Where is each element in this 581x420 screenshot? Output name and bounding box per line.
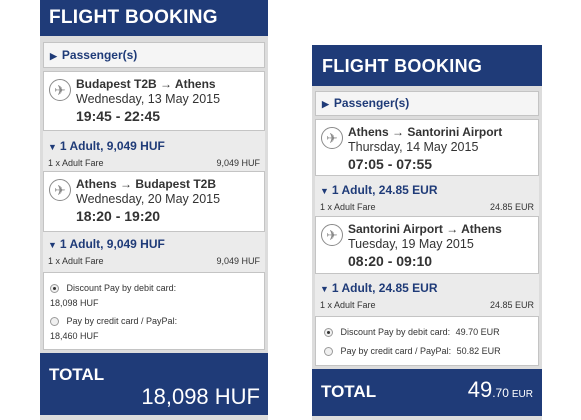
airplane-icon: ✈	[49, 179, 71, 201]
triangle-right-icon: ▶	[322, 99, 329, 109]
airplane-icon: ✈	[321, 127, 343, 149]
flight-times: 07:05 - 07:55	[348, 156, 433, 172]
fare-line: 1 x Adult Fare 9,049 HUF	[48, 256, 260, 266]
flight-times: 08:20 - 09:10	[348, 253, 433, 269]
total-decimal: .70	[492, 386, 509, 400]
fare-amount: 24.85 EUR	[489, 300, 534, 310]
passengers-toggle[interactable]: ▶ Passenger(s)	[43, 42, 265, 68]
flight-route: Athens → Santorini Airport	[348, 125, 503, 139]
fare-type: 1 x Adult Fare	[48, 256, 104, 266]
flight-segment-outbound: ✈ Athens → Santorini Airport Thursday, 1…	[315, 119, 539, 176]
widget-header: FLIGHT BOOKING	[40, 0, 268, 36]
payment-label: Discount Pay by debit card:	[66, 283, 177, 293]
flight-date: Tuesday, 19 May 2015	[348, 237, 474, 251]
fare-summary: 1 Adult, 9,049 HUF	[59, 139, 165, 153]
fare-amount: 24.85 EUR	[489, 202, 534, 212]
flight-segment-outbound: ✈ Budapest T2B → Athens Wednesday, 13 Ma…	[43, 71, 265, 131]
total-value: 18,098 HUF	[141, 384, 260, 409]
radio-button-icon[interactable]	[324, 328, 333, 338]
radio-button-icon[interactable]	[50, 317, 59, 327]
total-bar: TOTAL 18,098 HUF	[40, 353, 268, 415]
fare-amount: 9,049 HUF	[216, 256, 260, 266]
total-bar: TOTAL 49.70 EUR	[312, 369, 542, 416]
payment-option-credit[interactable]: Pay by credit card / PayPal:	[50, 316, 178, 327]
payment-options: Discount Pay by debit card: 18,098 HUF P…	[43, 272, 265, 350]
fare-breakdown-return: ▼ 1 Adult, 24.85 EUR 1 x Adult Fare 24.85…	[315, 274, 539, 316]
flight-segment-return: ✈ Athens → Budapest T2B Wednesday, 20 Ma…	[43, 171, 265, 232]
triangle-down-icon: ▼	[320, 186, 329, 196]
payment-amount: 18,460 HUF	[50, 331, 99, 341]
fare-type: 1 x Adult Fare	[320, 300, 376, 310]
airplane-icon: ✈	[321, 224, 343, 246]
payment-amount: 50.82 EUR	[456, 346, 501, 356]
fare-amount: 9,049 HUF	[216, 158, 260, 168]
radio-button-icon[interactable]	[324, 347, 333, 357]
payment-label: Pay by credit card / PayPal:	[340, 346, 452, 356]
flight-times: 18:20 - 19:20	[76, 208, 161, 224]
fare-summary-toggle[interactable]: ▼ 1 Adult, 24.85 EUR	[320, 281, 438, 295]
payment-label: Discount Pay by debit card:	[340, 327, 451, 337]
payment-label: Pay by credit card / PayPal:	[66, 316, 178, 326]
payment-amount: 18,098 HUF	[50, 298, 99, 308]
fare-summary: 1 Adult, 24.85 EUR	[331, 281, 438, 295]
fare-type: 1 x Adult Fare	[320, 202, 376, 212]
fare-breakdown-outbound: ▼ 1 Adult, 9,049 HUF 1 x Adult Fare 9,049…	[43, 131, 265, 171]
flight-route: Athens → Budapest T2B	[76, 177, 217, 191]
flight-segment-return: ✈ Santorini Airport → Athens Tuesday, 19…	[315, 216, 539, 274]
payment-option-debit[interactable]: Discount Pay by debit card:	[50, 283, 177, 294]
triangle-down-icon: ▼	[320, 284, 329, 294]
triangle-down-icon: ▼	[48, 142, 57, 152]
payment-amount: 49.70 EUR	[455, 327, 500, 337]
fare-type: 1 x Adult Fare	[48, 158, 104, 168]
airplane-icon: ✈	[49, 79, 71, 101]
fare-summary-toggle[interactable]: ▼ 1 Adult, 24.85 EUR	[320, 183, 438, 197]
fare-breakdown-outbound: ▼ 1 Adult, 24.85 EUR 1 x Adult Fare 24.85…	[315, 176, 539, 216]
total-label: TOTAL	[49, 365, 105, 384]
triangle-right-icon: ▶	[50, 51, 57, 61]
fare-summary: 1 Adult, 24.85 EUR	[331, 183, 438, 197]
total-label: TOTAL	[321, 382, 377, 401]
flight-date: Wednesday, 13 May 2015	[76, 92, 221, 106]
fare-line: 1 x Adult Fare 9,049 HUF	[48, 158, 260, 168]
payment-option-credit[interactable]: Pay by credit card / PayPal: 50.82 EUR	[324, 346, 532, 357]
flight-times: 19:45 - 22:45	[76, 108, 161, 124]
triangle-down-icon: ▼	[48, 240, 57, 250]
fare-summary: 1 Adult, 9,049 HUF	[59, 237, 165, 251]
flight-route: Budapest T2B → Athens	[76, 77, 216, 91]
total-integer: 49	[467, 377, 493, 402]
flight-date: Thursday, 14 May 2015	[348, 140, 479, 154]
passengers-toggle[interactable]: ▶ Passenger(s)	[315, 91, 539, 116]
passengers-label: Passenger(s)	[333, 96, 410, 110]
flight-date: Wednesday, 20 May 2015	[76, 192, 221, 206]
total-value: 49.70 EUR	[468, 377, 533, 403]
fare-line: 1 x Adult Fare 24.85 EUR	[320, 202, 534, 212]
payment-option-debit[interactable]: Discount Pay by debit card: 49.70 EUR	[324, 327, 532, 338]
fare-summary-toggle[interactable]: ▼ 1 Adult, 9,049 HUF	[48, 237, 165, 251]
payment-options: Discount Pay by debit card: 49.70 EUR Pa…	[315, 316, 539, 366]
flight-route: Santorini Airport → Athens	[348, 222, 502, 236]
flight-booking-widget-huf: FLIGHT BOOKING ▶ Passenger(s) ✈ Budapest …	[40, 0, 268, 420]
fare-summary-toggle[interactable]: ▼ 1 Adult, 9,049 HUF	[48, 139, 165, 153]
fare-breakdown-return: ▼ 1 Adult, 9,049 HUF 1 x Adult Fare 9,049…	[43, 232, 265, 272]
flight-booking-widget-eur: FLIGHT BOOKING ▶ Passenger(s) ✈ Athens → …	[312, 45, 542, 420]
fare-line: 1 x Adult Fare 24.85 EUR	[320, 300, 534, 310]
total-currency: EUR	[511, 389, 533, 400]
widget-header: FLIGHT BOOKING	[312, 45, 542, 86]
radio-button-icon[interactable]	[50, 284, 59, 294]
passengers-label: Passenger(s)	[61, 48, 138, 62]
